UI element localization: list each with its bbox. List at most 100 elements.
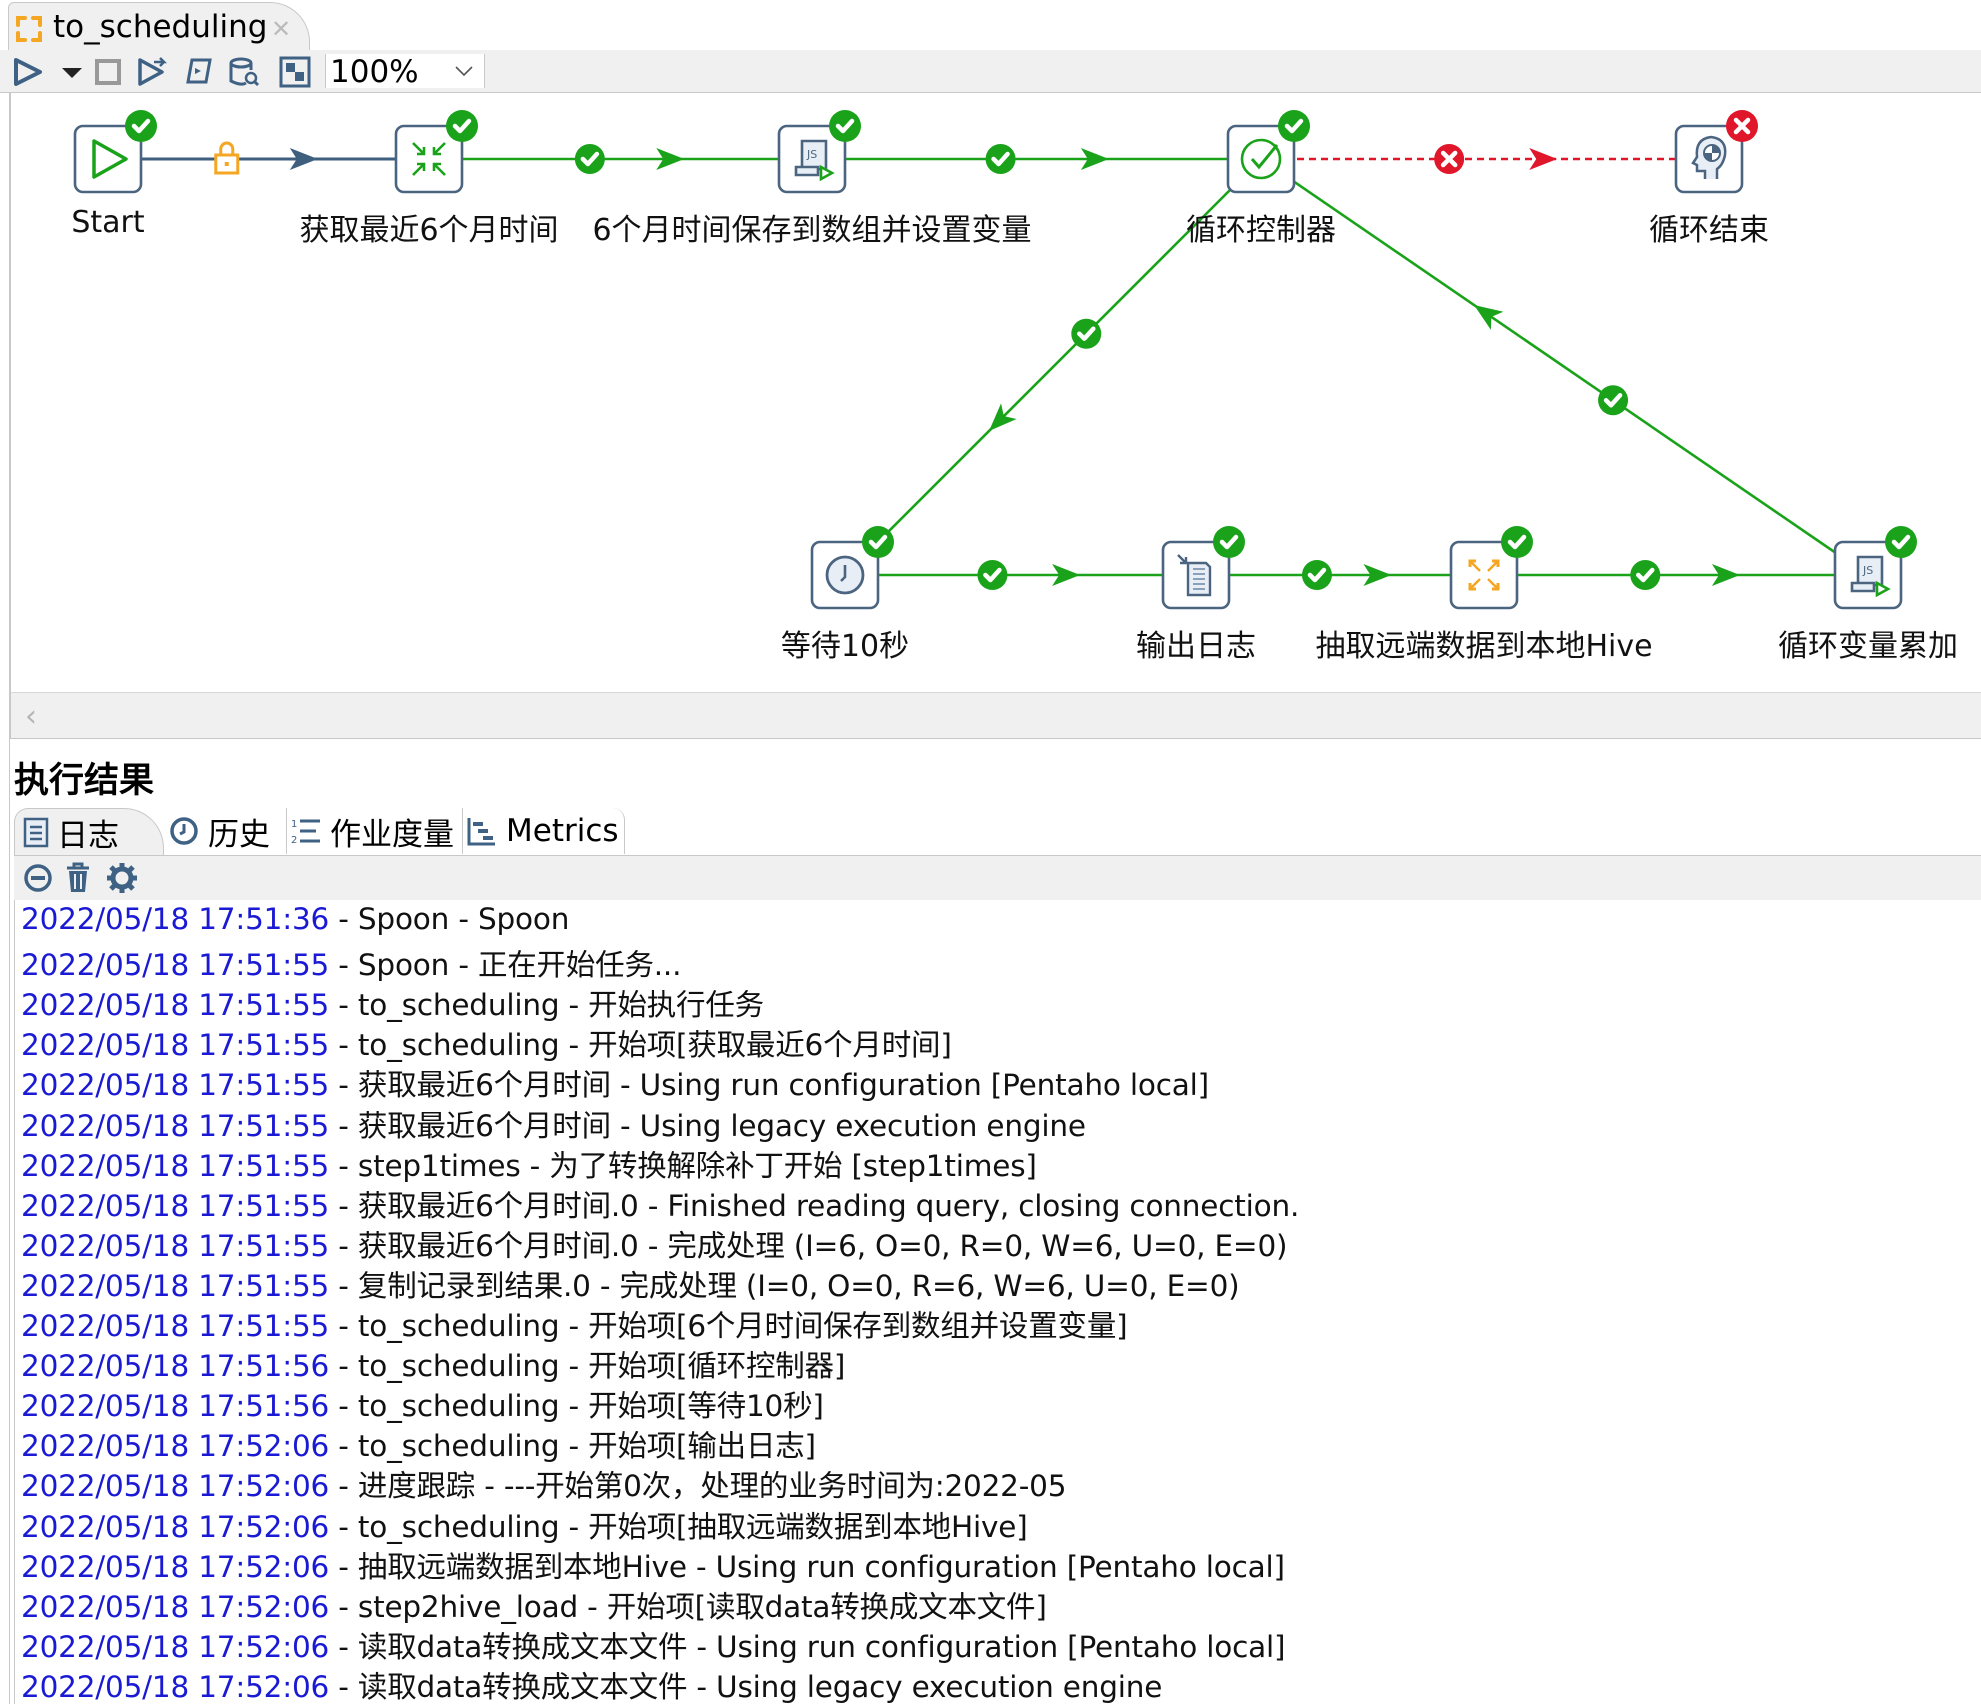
replay-icon[interactable] bbox=[136, 56, 168, 88]
log-line: 2022/05/18 17:51:55 - 获取最近6个月时间 - Using … bbox=[21, 1103, 1086, 1145]
play-icon[interactable] bbox=[12, 56, 44, 88]
close-icon[interactable]: ✕ bbox=[271, 15, 291, 43]
log-message: - 抽取远端数据到本地Hive - Using run configuratio… bbox=[329, 1549, 1285, 1584]
job-entry-wait[interactable] bbox=[810, 526, 894, 610]
job-entry-writelog[interactable] bbox=[1161, 526, 1245, 610]
job-entry-label: 循环控制器 bbox=[1186, 213, 1336, 248]
log-message: - 获取最近6个月时间 - Using legacy execution eng… bbox=[329, 1108, 1086, 1143]
script-icon[interactable] bbox=[182, 56, 214, 88]
success-badge-icon bbox=[829, 110, 861, 142]
hop-get6m-js1[interactable] bbox=[429, 144, 812, 174]
hop-js1-loopctl[interactable] bbox=[812, 144, 1261, 174]
job-entry-label: 循环结束 bbox=[1649, 213, 1769, 248]
success-marker-icon bbox=[977, 560, 1008, 590]
results-title: 执行结果 bbox=[14, 761, 155, 801]
success-marker-icon bbox=[574, 144, 605, 174]
success-marker-icon bbox=[1630, 560, 1661, 590]
log-message: - 进度跟踪 - ---开始第0次，处理的业务时间为:2022-05 bbox=[329, 1469, 1067, 1504]
job-entry-get6m[interactable] bbox=[394, 110, 478, 194]
hop-extract-loopinc[interactable] bbox=[1484, 560, 1868, 590]
job-entry-loopctl[interactable] bbox=[1226, 110, 1310, 194]
tab-job-metrics[interactable]: 1 2 作业度量 bbox=[286, 808, 463, 854]
log-line: 2022/05/18 17:51:36 - Spoon - Spoon bbox=[21, 902, 569, 936]
hop-writelog-extract[interactable] bbox=[1196, 560, 1484, 590]
hop-wait-writelog[interactable] bbox=[845, 560, 1196, 590]
log-message: - step1times - 为了转换解除补丁开始 [step1times] bbox=[329, 1148, 1037, 1183]
log-line: 2022/05/18 17:52:06 - 读取data转换成文本文件 - Us… bbox=[21, 1664, 1162, 1706]
log-line: 2022/05/18 17:51:55 - 获取最近6个月时间.0 - Fini… bbox=[21, 1183, 1299, 1225]
log-timestamp: 2022/05/18 17:52:06 bbox=[21, 1629, 330, 1664]
job-entry-extract[interactable] bbox=[1449, 526, 1533, 610]
tab-to-scheduling[interactable]: to_scheduling ✕ bbox=[8, 2, 310, 51]
lock-icon bbox=[214, 141, 240, 175]
job-canvas[interactable]: JS JS Start 获取最近6个月时间 6个月时间保存到数组并设置变量 循环控制器循… bbox=[10, 93, 1981, 692]
log-line: 2022/05/18 17:51:55 - to_scheduling - 开始… bbox=[21, 982, 764, 1024]
log-timestamp: 2022/05/18 17:51:55 bbox=[21, 1148, 330, 1183]
success-badge-icon bbox=[862, 526, 894, 558]
log-icon bbox=[23, 817, 49, 848]
log-timestamp: 2022/05/18 17:51:55 bbox=[21, 1108, 330, 1143]
gear-icon[interactable] bbox=[106, 862, 138, 894]
tab-history[interactable]: 历史 bbox=[164, 808, 287, 854]
log-message: - to_scheduling - 开始项[6个月时间保存到数组并设置变量] bbox=[329, 1309, 1128, 1343]
log-timestamp: 2022/05/18 17:51:56 bbox=[21, 1349, 330, 1384]
job-entry-js1[interactable]: JS bbox=[777, 110, 861, 194]
sql-explore-icon[interactable] bbox=[228, 56, 260, 88]
log-message: - to_scheduling - 开始项[获取最近6个月时间] bbox=[329, 1028, 952, 1063]
job-entry-label: 抽取远端数据到本地Hive bbox=[1315, 629, 1653, 664]
log-toolbar bbox=[14, 856, 1981, 900]
success-badge-icon bbox=[1885, 526, 1917, 558]
success-badge-icon bbox=[1213, 526, 1245, 558]
chevron-down-icon bbox=[455, 66, 473, 77]
job-entry-label: 输出日志 bbox=[1136, 629, 1256, 664]
log-message: - 获取最近6个月时间.0 - Finished reading query, … bbox=[329, 1188, 1300, 1223]
job-entry-start[interactable] bbox=[73, 110, 157, 194]
log-timestamp: 2022/05/18 17:51:55 bbox=[21, 988, 330, 1023]
success-marker-icon bbox=[1301, 560, 1332, 590]
log-message: - 读取data转换成文本文件 - Using legacy execution… bbox=[329, 1669, 1163, 1704]
job-graph: JS JS bbox=[73, 110, 1917, 610]
stop-icon[interactable] bbox=[92, 56, 124, 88]
job-entry-label: 获取最近6个月时间 bbox=[299, 213, 559, 248]
log-message: - 复制记录到结果.0 - 完成处理 (I=0, O=0, R=6, W=6, … bbox=[329, 1268, 1240, 1303]
job-entry-loopend[interactable] bbox=[1674, 110, 1758, 194]
canvas-horizontal-scrollbar[interactable]: ‹ bbox=[10, 692, 1981, 739]
log-line: 2022/05/18 17:51:55 - 获取最近6个月时间.0 - 完成处理… bbox=[21, 1223, 1288, 1265]
layout-icon[interactable] bbox=[279, 56, 311, 88]
log-line: 2022/05/18 17:51:55 - to_scheduling - 开始… bbox=[21, 1022, 952, 1064]
minus-circle-icon[interactable] bbox=[22, 862, 54, 894]
log-timestamp: 2022/05/18 17:52:06 bbox=[21, 1429, 330, 1464]
gantt-icon bbox=[467, 818, 495, 846]
job-entry-loopinc[interactable]: JS bbox=[1833, 526, 1917, 610]
dropdown-arrow-icon[interactable] bbox=[56, 56, 88, 88]
log-timestamp: 2022/05/18 17:52:06 bbox=[21, 1509, 330, 1544]
hop-start-get6m[interactable] bbox=[108, 141, 429, 175]
log-message: - step2hive_load - 开始项[读取data转换成文本文件] bbox=[329, 1589, 1047, 1624]
log-output[interactable]: 2022/05/18 17:51:36 - Spoon - Spoon 2022/… bbox=[14, 900, 1981, 1704]
job-icon bbox=[16, 16, 42, 42]
error-badge-icon bbox=[1726, 110, 1758, 142]
javascript-icon: JS bbox=[794, 139, 835, 182]
wait-clock-icon bbox=[825, 555, 865, 595]
job-toolbar: 100% bbox=[0, 50, 1981, 93]
log-timestamp: 2022/05/18 17:51:55 bbox=[21, 1309, 330, 1343]
log-line: 2022/05/18 17:51:55 - 复制记录到结果.0 - 完成处理 (… bbox=[21, 1263, 1240, 1305]
log-line: 2022/05/18 17:51:55 - step1times - 为了转换解… bbox=[21, 1143, 1037, 1185]
javascript-icon: JS bbox=[1850, 555, 1891, 598]
zoom-dropdown[interactable]: 100% bbox=[325, 54, 485, 90]
tab-log[interactable]: 日志 bbox=[14, 808, 164, 855]
tab-log-label: 日志 bbox=[57, 817, 119, 854]
log-timestamp: 2022/05/18 17:51:55 bbox=[21, 948, 330, 983]
svg-text:JS: JS bbox=[806, 148, 817, 161]
success-badge-icon bbox=[125, 110, 157, 142]
log-message: - to_scheduling - 开始执行任务 bbox=[329, 988, 764, 1023]
trash-icon[interactable] bbox=[64, 862, 92, 894]
log-line: 2022/05/18 17:51:55 - to_scheduling - 开始… bbox=[21, 1303, 1128, 1345]
scroll-left-icon[interactable]: ‹ bbox=[25, 699, 37, 734]
hop-loopctl-loopend[interactable] bbox=[1261, 144, 1709, 174]
log-timestamp: 2022/05/18 17:52:06 bbox=[21, 1669, 330, 1704]
tab-metrics[interactable]: Metrics bbox=[462, 808, 625, 854]
log-message: - to_scheduling - 开始项[循环控制器] bbox=[329, 1349, 846, 1384]
log-line: 2022/05/18 17:52:06 - to_scheduling - 开始… bbox=[21, 1423, 816, 1465]
hop-loopinc-loopctl[interactable] bbox=[1260, 157, 1869, 577]
